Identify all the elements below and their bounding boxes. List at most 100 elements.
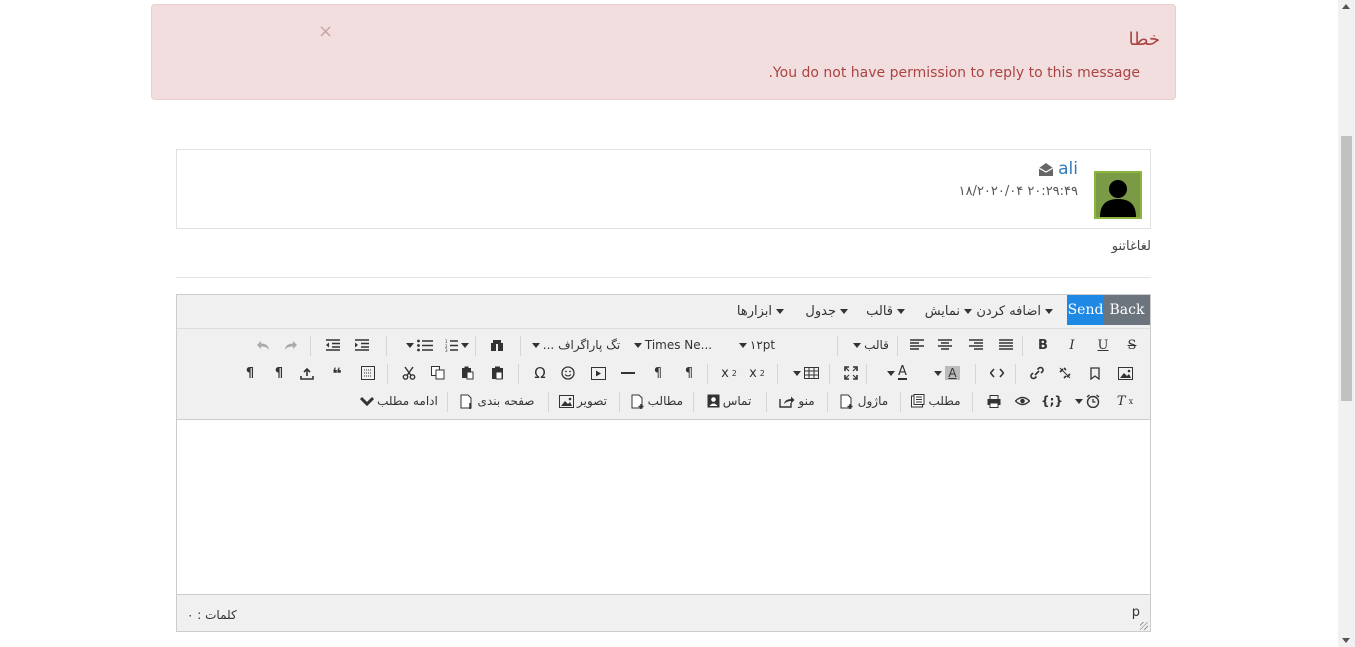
table-icon[interactable]: [789, 361, 823, 385]
paste-word-icon[interactable]: [487, 361, 507, 385]
underline-icon[interactable]: U: [1094, 333, 1112, 357]
strikethrough-icon[interactable]: S: [1123, 333, 1141, 357]
subscript-icon[interactable]: x2: [719, 361, 739, 385]
insert-image-button[interactable]: تصویر: [558, 389, 608, 413]
align-left-icon[interactable]: [908, 333, 926, 357]
menu-tools-label: ابزارها: [736, 304, 772, 319]
resize-handle-icon[interactable]: [1140, 622, 1148, 630]
paragraph-ltr-icon[interactable]: ¶: [679, 361, 699, 385]
menu-view-label: نمایش: [924, 304, 960, 319]
insert-content-label: مطلب: [928, 394, 961, 408]
indent-icon[interactable]: [352, 333, 372, 357]
scrollbar-thumb[interactable]: [1341, 136, 1352, 401]
cut-icon[interactable]: [399, 361, 419, 385]
menu-insert[interactable]: اضافه کردن: [976, 304, 1053, 319]
copy-icon[interactable]: [428, 361, 448, 385]
block-format-dropdown[interactable]: ... تگ پاراگراف: [531, 333, 621, 357]
menu-view[interactable]: نمایش: [925, 304, 972, 319]
insert-menu-button[interactable]: منو: [777, 389, 817, 413]
menu-format[interactable]: قالب: [866, 304, 905, 319]
paste-icon[interactable]: [457, 361, 477, 385]
chevron-down-icon: [633, 342, 642, 348]
format-dropdown[interactable]: قالب: [851, 333, 891, 357]
separator: [520, 336, 521, 356]
undo-icon[interactable]: [253, 333, 273, 357]
scroll-down-icon[interactable]: [1342, 638, 1350, 643]
special-char-icon[interactable]: Ω: [530, 361, 550, 385]
unlink-icon[interactable]: [1055, 361, 1075, 385]
sender-name[interactable]: ali: [1058, 159, 1078, 179]
background-color-icon[interactable]: A: [929, 361, 965, 385]
insert-content-button[interactable]: مطلب: [911, 389, 961, 413]
separator: [829, 364, 830, 384]
separator: [837, 336, 838, 356]
scroll-up-icon[interactable]: [1342, 4, 1350, 9]
insert-module-button[interactable]: ماژول: [839, 389, 889, 413]
horizontal-rule-icon[interactable]: [618, 361, 638, 385]
emoticon-icon[interactable]: [558, 361, 578, 385]
insert-readmore-button[interactable]: ادامه مطلب: [359, 389, 439, 413]
chevron-down-icon: [964, 309, 972, 314]
chevron-down-icon: [934, 370, 943, 376]
font-size-dropdown[interactable]: ۱۲pt: [737, 333, 777, 357]
font-family-dropdown[interactable]: Times Ne...: [633, 333, 713, 357]
paragraph-rtl-icon[interactable]: ¶: [648, 361, 668, 385]
numbered-list-icon[interactable]: 123: [445, 333, 469, 357]
redo-icon[interactable]: [281, 333, 301, 357]
separator: [693, 392, 694, 412]
envelope-open-icon: [1038, 162, 1054, 176]
insert-datetime-icon[interactable]: [1069, 389, 1105, 413]
element-path[interactable]: p: [1132, 605, 1140, 620]
bookmark-icon[interactable]: [1085, 361, 1105, 385]
outdent-icon[interactable]: [323, 333, 343, 357]
separator: [518, 364, 519, 384]
align-right-icon[interactable]: [967, 333, 985, 357]
media-icon[interactable]: [588, 361, 608, 385]
fullscreen-icon[interactable]: [841, 361, 861, 385]
menu-tools[interactable]: ابزارها: [737, 304, 784, 319]
chevron-down-icon: [1045, 309, 1053, 314]
show-blocks-icon[interactable]: ¶: [269, 361, 289, 385]
insert-articles-button[interactable]: مطالب: [631, 389, 683, 413]
separator: [1015, 364, 1016, 384]
editor-content-area[interactable]: [177, 419, 1150, 595]
code-icon[interactable]: [987, 361, 1007, 385]
chevron-down-icon: [840, 309, 848, 314]
image-icon[interactable]: [1115, 361, 1135, 385]
chevron-down-icon: [793, 370, 801, 376]
align-justify-icon[interactable]: [997, 333, 1015, 357]
visual-chars-icon[interactable]: ¶: [240, 361, 260, 385]
avatar: [1094, 171, 1142, 219]
italic-icon[interactable]: I: [1063, 333, 1081, 357]
superscript-icon[interactable]: x2: [747, 361, 767, 385]
insert-contact-button[interactable]: تماس: [704, 389, 754, 413]
pagebreak-icon: [460, 394, 472, 409]
print-icon[interactable]: [984, 389, 1004, 413]
insert-field-icon[interactable]: [297, 361, 317, 385]
link-icon[interactable]: [1027, 361, 1047, 385]
separator: [387, 364, 388, 384]
find-replace-icon[interactable]: [487, 333, 507, 357]
back-button[interactable]: Back: [1104, 295, 1150, 325]
toolbar-row-3: Tx {;} مطلب ماژول منو تماس مطالب تصویر ص…: [177, 389, 1150, 418]
separator: [475, 336, 476, 356]
close-icon[interactable]: ×: [318, 23, 333, 41]
bullet-list-icon[interactable]: [399, 333, 439, 357]
template-icon[interactable]: [358, 361, 378, 385]
blockquote-icon[interactable]: ❝: [327, 361, 347, 385]
bold-icon[interactable]: B: [1034, 333, 1052, 357]
chevron-down-icon: [1074, 398, 1083, 404]
align-center-icon[interactable]: [936, 333, 954, 357]
text-color-icon[interactable]: A: [879, 361, 915, 385]
menu-table[interactable]: جدول: [805, 304, 848, 319]
clear-format-icon[interactable]: Tx: [1115, 389, 1135, 413]
send-button[interactable]: Send: [1067, 295, 1104, 325]
page-scrollbar[interactable]: [1338, 0, 1355, 647]
rich-text-editor: Back Send اضافه کردن نمایش قالب جدول ابز…: [176, 294, 1151, 632]
separator: [777, 364, 778, 384]
insert-pagebreak-button[interactable]: صفحه بندی: [457, 389, 537, 413]
code-sample-icon[interactable]: {;}: [1041, 389, 1063, 413]
alert-title: خطا: [1128, 29, 1160, 50]
separator: [707, 364, 708, 384]
preview-icon[interactable]: [1012, 389, 1032, 413]
